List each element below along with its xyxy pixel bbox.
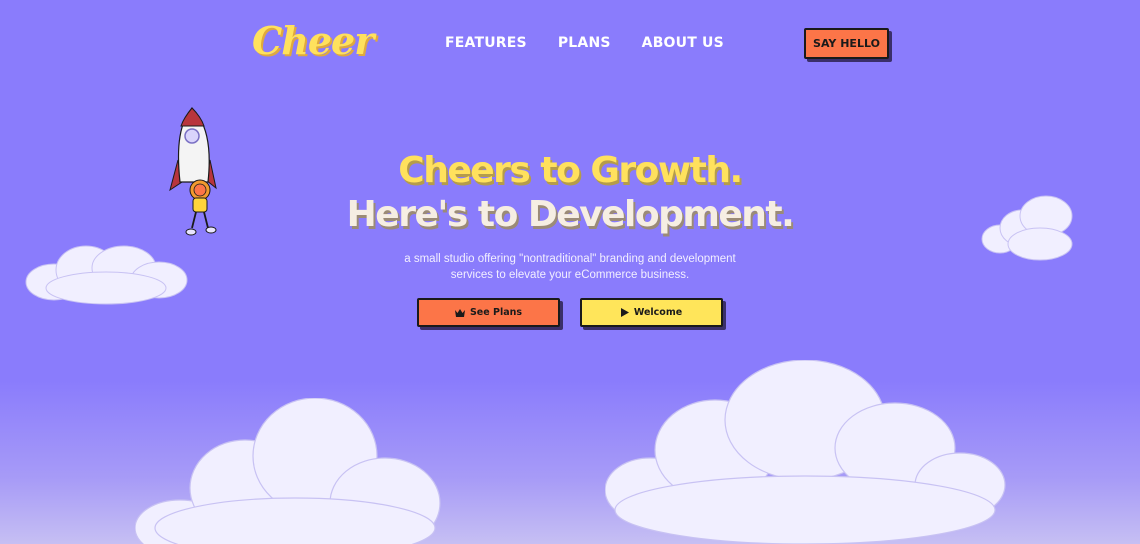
hero-title-line2: Here's to Development. bbox=[346, 194, 795, 235]
hero-title-line1: Cheers to Growth. bbox=[398, 150, 743, 191]
see-plans-button[interactable]: See Plans bbox=[417, 298, 560, 327]
cloud-small-right bbox=[981, 195, 1073, 261]
nav-plans[interactable]: PLANS bbox=[558, 35, 611, 51]
cloud-large-right bbox=[605, 360, 1006, 544]
nav-about-us[interactable]: ABOUT US bbox=[642, 35, 724, 51]
crown-icon bbox=[454, 308, 465, 317]
say-hello-button[interactable]: SAY HELLO bbox=[804, 28, 889, 59]
cloud-large-left bbox=[135, 398, 441, 544]
welcome-label: Welcome bbox=[633, 307, 683, 318]
welcome-button[interactable]: Welcome bbox=[580, 298, 723, 327]
cloud-small-left bbox=[25, 245, 188, 305]
see-plans-label: See Plans bbox=[469, 307, 523, 318]
main-nav: FEATURES PLANS ABOUT US bbox=[445, 35, 724, 51]
logo[interactable]: Cheer bbox=[252, 18, 374, 63]
play-icon bbox=[620, 308, 629, 317]
nav-features[interactable]: FEATURES bbox=[445, 35, 527, 51]
